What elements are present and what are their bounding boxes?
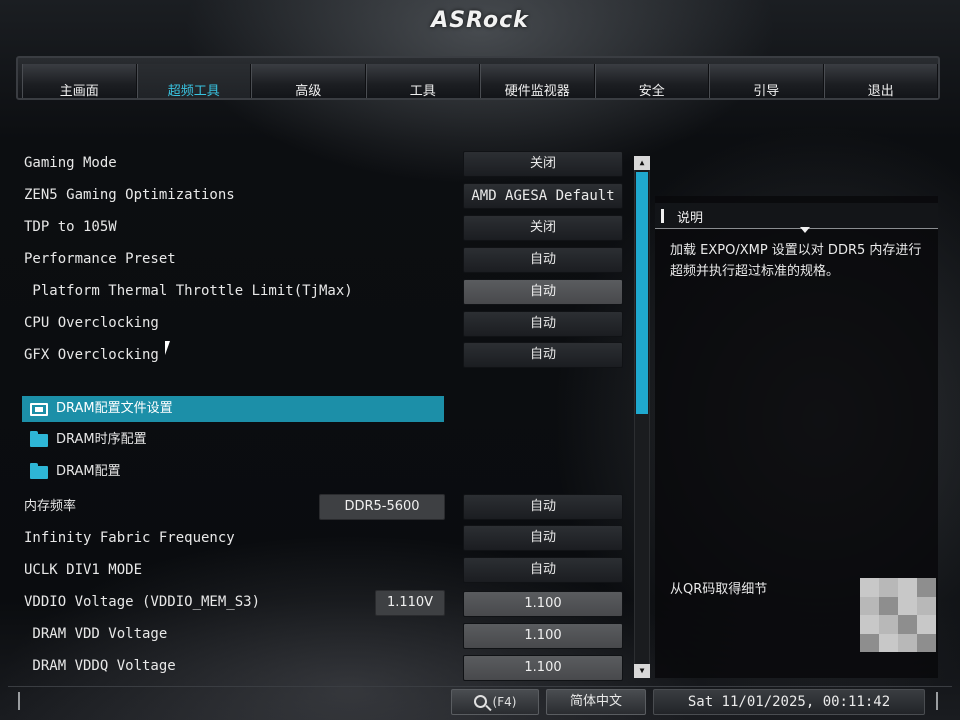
tab-tool[interactable]: 工具 [365,64,480,99]
setting-label-vddio: VDDIO Voltage (VDDIO_MEM_S3) [24,594,261,610]
setting-label-tjmax: Platform Thermal Throttle Limit(TjMax) [24,283,353,299]
vddio-info: 1.110V [375,590,445,616]
setting-value-memory-freq[interactable]: 自动 [463,494,623,520]
setting-label-performance-preset: Performance Preset [24,251,176,267]
search-button[interactable]: (F4) [451,689,539,715]
footer-right-tick [936,692,938,710]
asrock-logo: ASRock [431,8,529,33]
folder-label: DRAM配置 [56,464,121,479]
search-shortcut: (F4) [492,695,517,709]
setting-value-tjmax[interactable]: 自动 [463,279,623,305]
mouse-cursor-icon [165,341,170,355]
setting-label-memory-freq: 内存频率 [24,499,77,514]
search-icon [473,695,487,708]
qr-label: 从QR码取得细节 [670,582,768,597]
tab-advanced[interactable]: 高级 [251,64,366,99]
setting-value-dram-vddq[interactable]: 1.100 [463,655,623,681]
setting-value-performance-preset[interactable]: 自动 [463,247,623,273]
description-bar-icon [661,209,664,223]
setting-label-gaming-mode: Gaming Mode [24,155,117,171]
setting-value-vddio[interactable]: 1.100 [463,591,623,617]
setting-value-infinity-fabric[interactable]: 自动 [463,525,623,551]
scrollbar-thumb[interactable] [636,172,648,414]
setting-label-infinity-fabric: Infinity Fabric Frequency [24,530,235,546]
memory-freq-info: DDR5-5600 [319,494,445,520]
main-tabs: 主画面 超频工具 高级 工具 硬件监视器 安全 引导 退出 [22,64,938,99]
folder-icon [30,431,48,447]
setting-label-tdp: TDP to 105W [24,219,117,235]
folder-dram-timing[interactable]: DRAM时序配置 [22,427,444,453]
tab-main[interactable]: 主画面 [22,64,137,99]
tab-exit[interactable]: 退出 [823,64,938,99]
setting-label-dram-vddq: DRAM VDDQ Voltage [24,658,176,674]
description-arrow-icon [800,227,810,233]
setting-value-gaming-mode[interactable]: 关闭 [463,151,623,177]
language-button[interactable]: 简体中文 [546,689,646,715]
folder-icon [30,463,48,479]
monitor-icon [30,403,48,416]
scroll-down-icon[interactable]: ▼ [634,664,650,678]
folder-label: DRAM配置文件设置 [56,401,173,416]
setting-label-gfx-oc: GFX Overclocking [24,347,159,363]
tab-boot[interactable]: 引导 [709,64,824,99]
tab-oc-tweaker[interactable]: 超频工具 [136,64,251,99]
setting-label-uclk-div1: UCLK DIV1 MODE [24,562,143,578]
setting-value-uclk-div1[interactable]: 自动 [463,557,623,583]
setting-value-cpu-oc[interactable]: 自动 [463,311,623,337]
folder-dram-profile[interactable]: DRAM配置文件设置 [22,396,444,422]
tab-hw-monitor[interactable]: 硬件监视器 [480,64,595,99]
setting-value-tdp[interactable]: 关闭 [463,215,623,241]
folder-label: DRAM时序配置 [56,432,147,447]
qr-code [860,578,936,652]
datetime-display: Sat 11/01/2025, 00:11:42 [653,689,925,715]
description-header: 说明 [655,203,938,233]
setting-value-dram-vdd[interactable]: 1.100 [463,623,623,649]
setting-label-dram-vdd: DRAM VDD Voltage [24,626,168,642]
folder-dram-config[interactable]: DRAM配置 [22,459,444,485]
footer-left-tick [18,692,20,710]
setting-value-gfx-oc[interactable]: 自动 [463,342,623,368]
description-text: 加载 EXPO/XMP 设置以对 DDR5 内存进行超频并执行超过标准的规格。 [670,243,922,279]
scroll-up-icon[interactable]: ▲ [634,156,650,170]
tab-security[interactable]: 安全 [594,64,709,99]
setting-label-zen5-gaming: ZEN5 Gaming Optimizations [24,187,235,203]
setting-value-zen5-gaming[interactable]: AMD AGESA Default [463,183,623,209]
setting-label-cpu-oc: CPU Overclocking [24,315,159,331]
description-title: 说明 [677,211,704,226]
